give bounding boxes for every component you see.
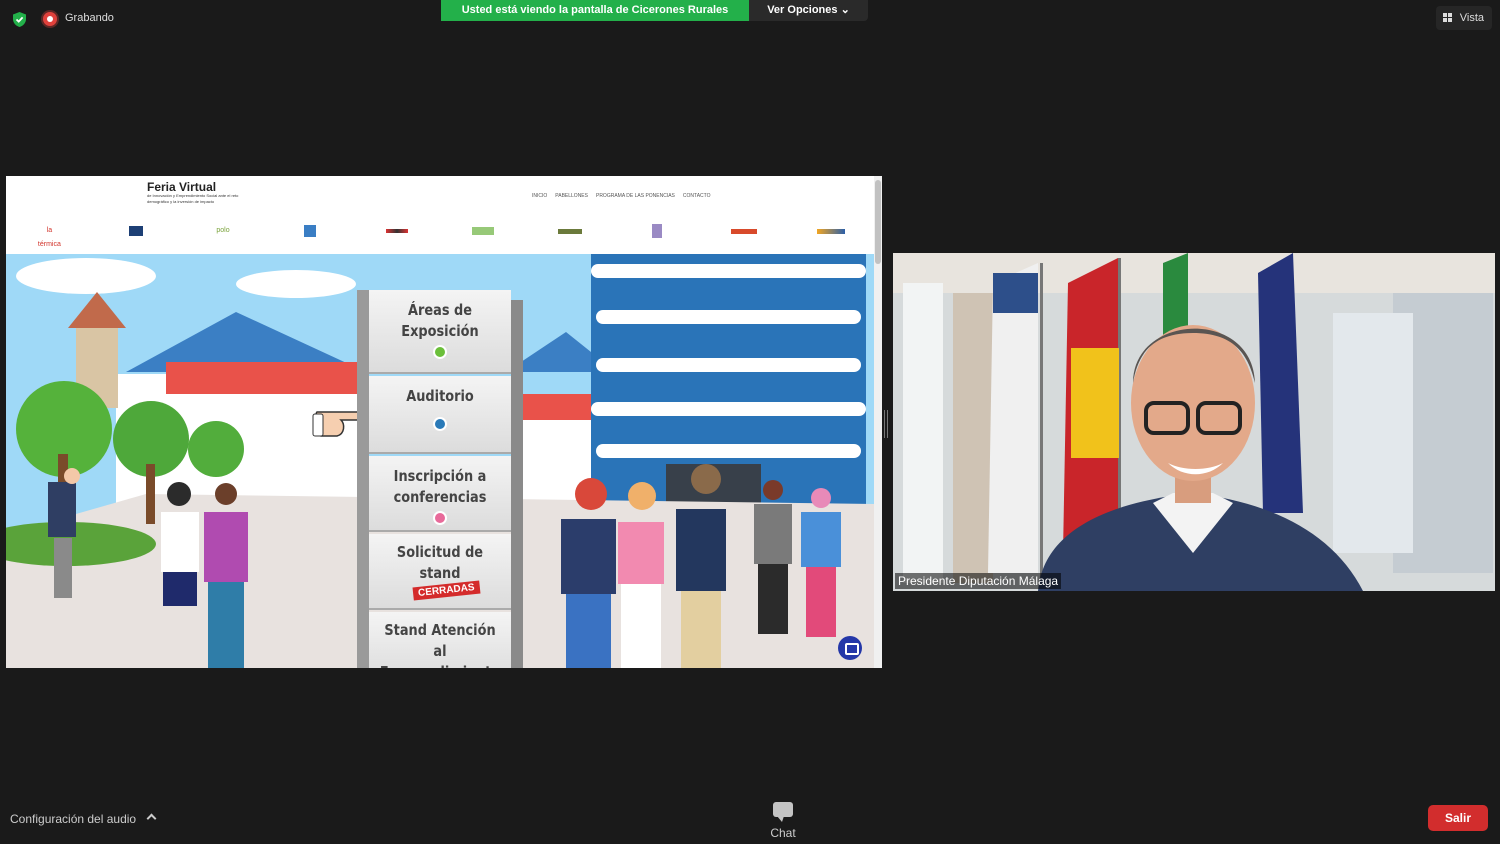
screen-share-banner: Usted está viendo la pantalla de Ciceron… <box>441 0 749 21</box>
participant-video[interactable]: Presidente Diputación Málaga <box>893 253 1495 591</box>
shared-screen[interactable]: Feria Virtual de Innovación y Emprendimi… <box>6 176 882 668</box>
sponsor-logo[interactable] <box>381 224 412 238</box>
sponsor-logo[interactable]: la térmica <box>34 224 64 248</box>
sponsor-logo[interactable] <box>728 224 759 238</box>
chat-bubble-icon[interactable] <box>838 636 862 660</box>
nav-contacto[interactable]: CONTACTO <box>683 193 711 199</box>
participant-video-frame <box>893 253 1495 591</box>
audio-settings-button[interactable]: Configuración del audio <box>10 812 136 826</box>
sponsor-logo[interactable]: polo <box>208 224 238 238</box>
page-scrollbar[interactable] <box>874 176 882 668</box>
recording-label: Grabando <box>65 12 114 24</box>
arrow-icon <box>433 417 447 431</box>
sign-stand-atencion[interactable]: Stand Atención al Emprendimiento Social <box>369 612 511 668</box>
sign-label: Solicitud de stand <box>396 543 484 582</box>
view-button-label: Vista <box>1459 12 1484 24</box>
sponsor-logos: la térmica polo <box>6 224 874 248</box>
sign-inscripcion[interactable]: Inscripción a conferencias <box>369 456 511 532</box>
website-title[interactable]: Feria Virtual <box>147 180 216 194</box>
website-subtitle: de Innovación y Emprendimiento Social an… <box>147 193 239 204</box>
sponsor-logo[interactable] <box>121 224 152 238</box>
signpost-menu: Áreas de Exposición Auditorio Inscripció… <box>357 290 523 668</box>
sign-areas-exposicion[interactable]: Áreas de Exposición <box>369 290 511 374</box>
sign-label: Stand Atención al Emprendimiento Social <box>380 621 500 668</box>
sign-label: Áreas de Exposición <box>401 301 479 340</box>
leave-button[interactable]: Salir <box>1428 805 1488 831</box>
sponsor-logo[interactable] <box>468 224 499 238</box>
chevron-up-icon[interactable] <box>146 813 157 824</box>
website-nav: INICIO PABELLONES PROGRAMA DE LAS PONENC… <box>532 193 711 199</box>
website-header: Feria Virtual de Innovación y Emprendimi… <box>6 176 874 254</box>
grid-icon <box>1442 13 1453 22</box>
sign-solicitud-stand[interactable]: Solicitud de stand CERRADAS <box>369 534 511 610</box>
resize-splitter[interactable] <box>884 410 888 438</box>
sponsor-logo[interactable] <box>294 224 325 238</box>
website-hero-illustration: Áreas de Exposición Auditorio Inscripció… <box>6 254 874 668</box>
participant-name-label: Presidente Diputación Málaga <box>895 573 1062 589</box>
chat-icon <box>773 802 793 822</box>
record-icon <box>43 12 57 26</box>
chat-label: Chat <box>770 826 796 840</box>
view-options-button[interactable]: Ver Opciones ⌄ <box>749 0 868 21</box>
view-button[interactable]: Vista <box>1435 6 1492 30</box>
sign-label: Inscripción a conferencias <box>393 467 487 506</box>
sign-auditorio[interactable]: Auditorio <box>369 376 511 454</box>
nav-programa[interactable]: PROGRAMA DE LAS PONENCIAS <box>596 193 675 199</box>
nav-inicio[interactable]: INICIO <box>532 193 547 199</box>
arrow-icon <box>433 345 447 359</box>
sponsor-logo[interactable] <box>555 224 586 238</box>
scrollbar-thumb[interactable] <box>875 180 881 264</box>
chat-button[interactable]: Chat <box>766 800 800 842</box>
arrow-icon <box>433 511 447 525</box>
sponsor-logo[interactable] <box>641 224 672 238</box>
shield-check-icon[interactable] <box>11 11 28 28</box>
sponsor-logo[interactable] <box>815 224 846 238</box>
sign-label: Auditorio <box>406 387 474 405</box>
nav-pabellones[interactable]: PABELLONES <box>555 193 588 199</box>
